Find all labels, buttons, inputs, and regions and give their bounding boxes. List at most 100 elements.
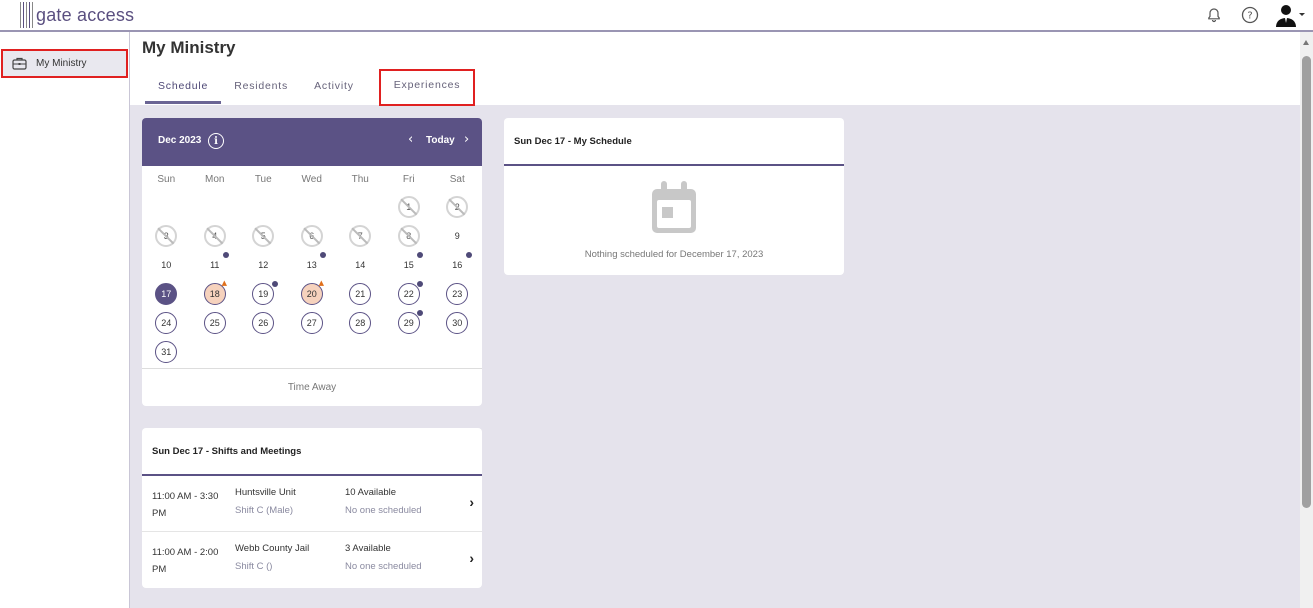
day-number: 26	[252, 311, 275, 334]
event-dot-icon	[320, 252, 326, 258]
day-number: 14	[355, 259, 366, 270]
calendar-day[interactable]: 22	[385, 279, 434, 308]
calendar-day[interactable]: 27	[288, 308, 337, 337]
shift-available: 10 Available	[345, 487, 397, 498]
empty-schedule-message: Nothing scheduled for December 17, 2023	[584, 249, 764, 260]
shift-time: 11:00 AM - 3:30 PM	[152, 491, 219, 519]
calendar-empty-cell	[142, 192, 191, 221]
time-away-link[interactable]: Time Away	[142, 368, 482, 406]
day-number: 29	[397, 311, 420, 334]
chevron-right-icon[interactable]: ›	[464, 132, 469, 147]
calendar-day[interactable]: 4	[191, 221, 240, 250]
calendar-day[interactable]: 24	[142, 308, 191, 337]
calendar-day[interactable]: 8	[385, 221, 434, 250]
day-number: 19	[252, 282, 275, 305]
weekday-label: Thu	[351, 174, 369, 185]
chevron-right-icon[interactable]: ›	[469, 494, 474, 510]
calendar-day[interactable]: 28	[336, 308, 385, 337]
sidebar-item-my-ministry[interactable]: My Ministry	[1, 49, 128, 78]
calendar-day[interactable]: 20 ▲	[288, 279, 337, 308]
tab-bar: Schedule Residents Activity Experiences	[145, 69, 476, 106]
weekday-label: Tue	[254, 174, 272, 185]
day-number: 8	[397, 224, 420, 247]
calendar-day[interactable]: 9	[433, 221, 482, 250]
day-number: 4	[203, 224, 226, 247]
shift-available: 3 Available	[345, 543, 391, 554]
calendar-day[interactable]: 7	[336, 221, 385, 250]
calendar-grid: 1 2 3 4 5 6 7 8 9 10 11 12 13 14 15 16 17 18 ▲ 19 20 ▲ 21 22 23 2…	[142, 192, 482, 366]
event-dot-icon	[417, 281, 423, 287]
calendar-day[interactable]: 3	[142, 221, 191, 250]
calendar-day[interactable]: 25	[191, 308, 240, 337]
today-button[interactable]: Today	[426, 135, 455, 146]
day-number: 1	[397, 195, 420, 218]
day-number: 16	[452, 259, 463, 270]
logo-text: gate access	[36, 4, 135, 25]
calendar-empty-cell	[336, 192, 385, 221]
calendar-day[interactable]: 5	[239, 221, 288, 250]
calendar-day[interactable]: 14	[336, 250, 385, 279]
calendar-header: Dec 2023 i ‹ Today ›	[142, 118, 482, 166]
day-number: 15	[403, 259, 414, 270]
calendar-day[interactable]: 16	[433, 250, 482, 279]
help-icon[interactable]: ?	[1239, 4, 1261, 26]
calendar-day[interactable]: 30	[433, 308, 482, 337]
chevron-right-icon[interactable]: ›	[469, 550, 474, 566]
shift-scheduled: No one scheduled	[345, 505, 422, 516]
chevron-left-icon[interactable]: ‹	[408, 132, 413, 147]
sidebar: My Ministry	[0, 32, 130, 608]
warning-triangle-icon: ▲	[221, 279, 227, 287]
day-number: 12	[258, 259, 269, 270]
calendar-day[interactable]: 18 ▲	[191, 279, 240, 308]
shift-row[interactable]: 11:00 AM - 2:00 PM Webb County Jail Shif…	[142, 532, 482, 588]
calendar-day[interactable]: 31	[142, 337, 191, 366]
shift-scheduled: No one scheduled	[345, 561, 422, 572]
tab-activity[interactable]: Activity	[301, 76, 367, 104]
tab-schedule[interactable]: Schedule	[145, 76, 222, 104]
logo-bars-icon	[20, 2, 33, 28]
calendar-month-label: Dec 2023	[158, 135, 202, 146]
shift-row[interactable]: 11:00 AM - 3:30 PM Huntsville Unit Shift…	[142, 476, 482, 532]
my-schedule-card: Sun Dec 17 - My Schedule Nothing schedul…	[504, 118, 844, 275]
shift-location: Huntsville Unit	[235, 487, 296, 498]
calendar-day[interactable]: 17	[142, 279, 191, 308]
scroll-up-icon[interactable]	[1303, 40, 1309, 45]
day-number: 5	[252, 224, 275, 247]
calendar-day[interactable]: 13	[288, 250, 337, 279]
day-number: 31	[155, 340, 178, 363]
calendar-day[interactable]: 29	[385, 308, 434, 337]
shifts-title: Sun Dec 17 - Shifts and Meetings	[142, 428, 482, 476]
weekday-label: Sun	[157, 174, 176, 185]
shift-name: Shift C ()	[235, 561, 273, 572]
day-number: 27	[300, 311, 323, 334]
calendar-card: Dec 2023 i ‹ Today › Sun Mon Tue Wed Thu Fri S…	[142, 118, 482, 406]
user-avatar-icon[interactable]	[1275, 4, 1305, 27]
calendar-day[interactable]: 2	[433, 192, 482, 221]
day-number: 13	[306, 259, 317, 270]
calendar-day[interactable]: 6	[288, 221, 337, 250]
calendar-day[interactable]: 23	[433, 279, 482, 308]
day-number: 11	[210, 259, 220, 270]
tab-experiences[interactable]: Experiences	[378, 69, 476, 106]
page-title: My Ministry	[142, 38, 236, 57]
weekday-label: Fri	[402, 174, 415, 185]
calendar-day[interactable]: 10	[142, 250, 191, 279]
shift-location: Webb County Jail	[235, 543, 310, 554]
tab-residents[interactable]: Residents	[221, 76, 301, 104]
calendar-day[interactable]: 12	[239, 250, 288, 279]
calendar-day[interactable]: 11	[191, 250, 240, 279]
calendar-day[interactable]: 21	[336, 279, 385, 308]
scrollbar-thumb[interactable]	[1302, 56, 1311, 508]
calendar-day[interactable]: 15	[385, 250, 434, 279]
calendar-day[interactable]: 19	[239, 279, 288, 308]
vertical-scrollbar[interactable]	[1300, 32, 1313, 608]
bell-icon[interactable]	[1203, 4, 1225, 26]
event-dot-icon	[417, 252, 423, 258]
event-dot-icon	[465, 252, 472, 258]
logo[interactable]: gate access	[20, 2, 134, 28]
calendar-day[interactable]: 26	[239, 308, 288, 337]
calendar-day[interactable]: 1	[385, 192, 434, 221]
day-number: 30	[446, 311, 469, 334]
info-icon[interactable]: i	[208, 133, 224, 149]
calendar-empty-cell	[239, 192, 288, 221]
